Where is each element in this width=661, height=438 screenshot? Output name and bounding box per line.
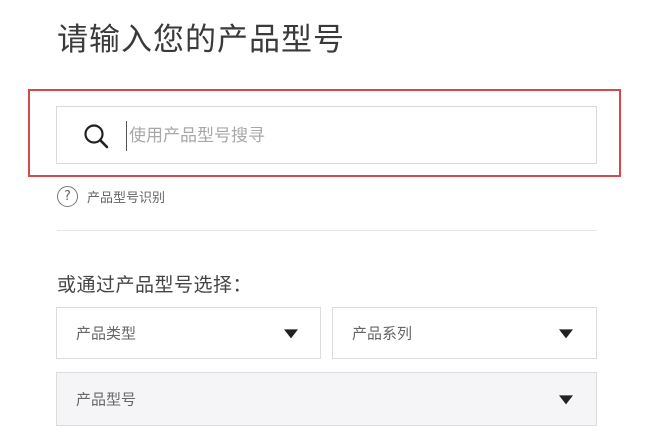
search-box[interactable] [56, 106, 597, 164]
search-input[interactable] [126, 121, 569, 151]
product-series-dropdown[interactable]: 产品系列 [332, 307, 597, 359]
select-by-model-label: 或通过产品型号选择： [57, 274, 253, 296]
model-help-row: ? 产品型号识别 [57, 186, 165, 207]
product-type-label: 产品类型 [76, 324, 137, 343]
product-type-dropdown[interactable]: 产品类型 [56, 307, 321, 359]
question-circle-icon[interactable]: ? [57, 186, 78, 207]
caret-down-icon [284, 329, 298, 339]
product-model-label: 产品型号 [76, 390, 137, 409]
page-title: 请输入您的产品型号 [57, 22, 345, 58]
product-series-label: 产品系列 [352, 324, 413, 343]
model-identification-link[interactable]: 产品型号识别 [87, 187, 165, 206]
caret-down-icon [559, 395, 573, 405]
caret-down-icon [559, 329, 573, 339]
search-icon[interactable] [83, 123, 109, 149]
divider [57, 230, 597, 231]
product-model-dropdown[interactable]: 产品型号 [56, 372, 597, 426]
